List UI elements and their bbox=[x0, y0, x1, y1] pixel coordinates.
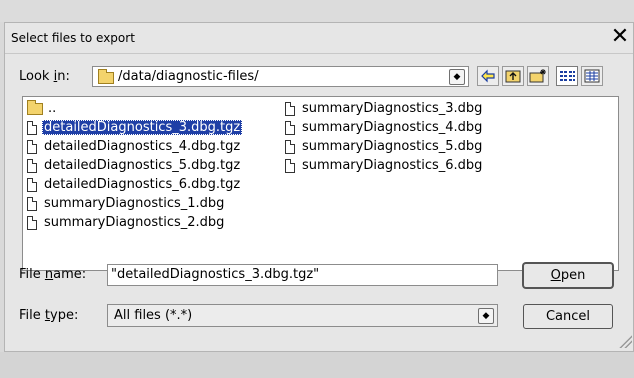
look-in-combo[interactable]: /data/diagnostic-files/ ◆ bbox=[92, 66, 469, 87]
close-icon[interactable]: ✕ bbox=[609, 25, 631, 49]
resize-grip-icon[interactable] bbox=[618, 334, 632, 348]
list-item-parent-dir[interactable]: .. bbox=[27, 99, 242, 118]
file-type-label: File type: bbox=[19, 308, 79, 323]
back-button[interactable] bbox=[477, 66, 499, 86]
file-icon bbox=[27, 215, 37, 230]
cancel-button[interactable]: Cancel bbox=[523, 304, 613, 329]
list-item[interactable]: summaryDiagnostics_5.dbg bbox=[285, 137, 484, 156]
list-item[interactable]: detailedDiagnostics_3.dbg.tgz bbox=[27, 118, 243, 137]
select-arrow-icon: ◆ bbox=[478, 308, 494, 324]
list-item[interactable]: summaryDiagnostics_1.dbg bbox=[27, 194, 242, 213]
folder-icon bbox=[27, 99, 43, 115]
new-folder-button[interactable] bbox=[527, 66, 549, 86]
look-in-label: Look in: bbox=[19, 69, 70, 84]
list-item[interactable]: detailedDiagnostics_6.dbg.tgz bbox=[27, 175, 242, 194]
look-in-path: /data/diagnostic-files/ bbox=[118, 69, 259, 84]
file-name-input[interactable]: "detailedDiagnostics_3.dbg.tgz" bbox=[107, 264, 498, 286]
list-item[interactable]: summaryDiagnostics_4.dbg bbox=[285, 118, 484, 137]
list-item[interactable]: detailedDiagnostics_5.dbg.tgz bbox=[27, 156, 242, 175]
detail-view-icon bbox=[584, 69, 600, 83]
file-icon bbox=[27, 196, 37, 211]
back-icon bbox=[481, 69, 495, 83]
file-list[interactable]: .. detailedDiagnostics_3.dbg.tgz detaile… bbox=[22, 96, 619, 271]
title-bar: Select files to export ✕ bbox=[5, 23, 633, 54]
list-item[interactable]: summaryDiagnostics_6.dbg bbox=[285, 156, 484, 175]
file-type-select[interactable]: All files (*.*) ◆ bbox=[107, 304, 498, 327]
combo-arrow-icon: ◆ bbox=[449, 69, 465, 85]
file-icon bbox=[285, 120, 295, 135]
bottom-strip bbox=[0, 352, 634, 378]
parent-folder-button[interactable] bbox=[502, 66, 524, 86]
file-name-label: File name: bbox=[19, 267, 87, 282]
file-icon bbox=[27, 120, 37, 135]
folder-open-icon bbox=[98, 69, 114, 84]
file-column-1: .. detailedDiagnostics_3.dbg.tgz detaile… bbox=[27, 99, 243, 232]
file-icon bbox=[285, 139, 295, 154]
detail-view-button[interactable] bbox=[581, 66, 603, 86]
top-strip bbox=[0, 0, 634, 22]
file-icon bbox=[27, 139, 37, 154]
export-file-dialog: Select files to export ✕ Look in: /data/… bbox=[4, 22, 634, 352]
file-icon bbox=[27, 177, 37, 192]
dialog-title: Select files to export bbox=[11, 31, 135, 45]
file-icon bbox=[27, 158, 37, 173]
open-button[interactable]: Open bbox=[523, 263, 613, 288]
list-item[interactable]: summaryDiagnostics_2.dbg bbox=[27, 213, 242, 232]
list-item[interactable]: detailedDiagnostics_4.dbg.tgz bbox=[27, 137, 242, 156]
file-icon bbox=[285, 101, 295, 116]
parent-folder-icon bbox=[505, 70, 521, 83]
list-view-icon bbox=[560, 71, 575, 81]
file-column-2: summaryDiagnostics_3.dbg summaryDiagnost… bbox=[285, 99, 484, 175]
list-item[interactable]: summaryDiagnostics_3.dbg bbox=[285, 99, 484, 118]
file-icon bbox=[285, 158, 295, 173]
list-view-button[interactable] bbox=[556, 66, 578, 86]
new-folder-icon bbox=[529, 69, 546, 83]
file-type-value: All files (*.*) bbox=[114, 308, 193, 323]
